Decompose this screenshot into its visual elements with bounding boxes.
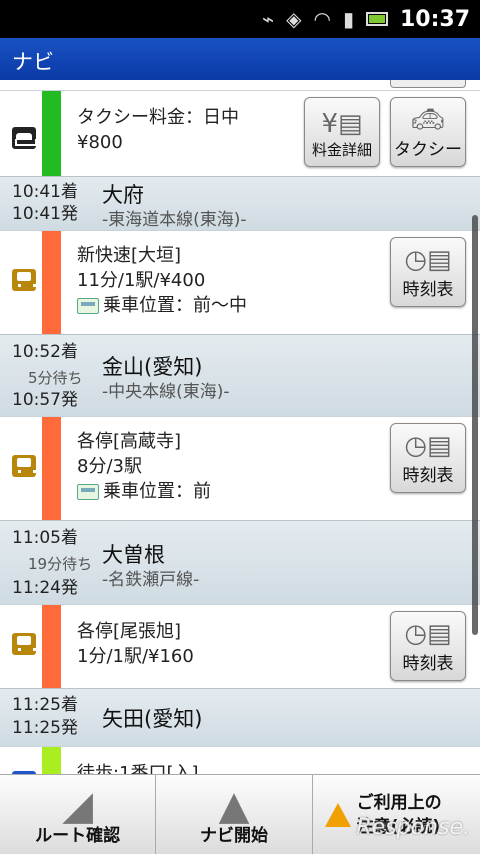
segment-color-bar bbox=[42, 417, 61, 520]
station-row[interactable]: 11:25着 11:25発 矢田(愛知) bbox=[0, 688, 480, 746]
train-icon bbox=[12, 455, 36, 477]
wait-time: 5分待ち bbox=[28, 369, 83, 387]
rotate-icon: ◈ bbox=[286, 7, 302, 31]
route-check-button[interactable]: ◢ ルート確認 bbox=[0, 775, 157, 854]
train-type: 各停[高蔵寺] bbox=[77, 431, 182, 452]
line-name: -東海道本線(東海)- bbox=[102, 210, 247, 230]
clock-sheet-icon: ◷▤ bbox=[404, 431, 452, 461]
fare-detail-button[interactable]: ¥▤ 料金詳細 bbox=[304, 97, 380, 167]
train-segment[interactable]: 各停[高蔵寺] 8分/3駅 乗車位置：前 ◷▤ 時刻表 bbox=[0, 416, 480, 520]
station-name: 矢田(愛知) bbox=[102, 707, 203, 731]
train-icon bbox=[12, 269, 36, 291]
bottom-nav: ◢ ルート確認 ▲ ナビ開始 ご利用上の 注意(必読) Response. bbox=[0, 774, 480, 854]
taxi-fare-label: タクシー料金：日中 bbox=[77, 107, 239, 128]
battery-icon bbox=[365, 12, 388, 26]
segment-color-bar bbox=[42, 231, 61, 334]
train-segment[interactable]: 各停[尾張旭] 1分/1駅/¥160 ◷▤ 時刻表 bbox=[0, 604, 480, 688]
departure-time: 11:24発 bbox=[12, 578, 78, 598]
timetable-button[interactable]: ◷▤ 時刻表 bbox=[390, 423, 466, 493]
navigation-arrow-icon: ▲ bbox=[218, 783, 250, 829]
boarding-position-icon bbox=[77, 483, 99, 500]
taxi-fare-value: ¥800 bbox=[77, 132, 123, 153]
satellite-icon: ⌁ bbox=[262, 7, 275, 31]
wifi-icon: ◠ bbox=[313, 7, 331, 31]
clock-sheet-icon: ◷▤ bbox=[404, 245, 452, 275]
title-bar: ナビ bbox=[0, 38, 480, 80]
road-icon: ◢ bbox=[62, 783, 94, 829]
usage-notice-button[interactable]: ご利用上の 注意(必読) Response. bbox=[313, 775, 480, 854]
segment-color-bar bbox=[42, 605, 61, 688]
taxi-segment[interactable]: タクシー料金：日中 ¥800 ¥▤ 料金詳細 🚕︎ タクシー bbox=[0, 90, 480, 176]
signal-icon: ▮ bbox=[342, 7, 354, 31]
navi-start-button[interactable]: ▲ ナビ開始 bbox=[156, 775, 313, 854]
train-segment[interactable]: 新快速[大垣] 11分/1駅/¥400 乗車位置：前～中 ◷▤ 時刻表 bbox=[0, 230, 480, 334]
walk-summary: 徒歩:1番口[入] bbox=[77, 763, 199, 774]
departure-time: 10:57発 bbox=[12, 390, 78, 410]
arrival-time: 10:52着 bbox=[12, 342, 78, 362]
wait-time: 19分待ち bbox=[28, 555, 93, 573]
arrival-time: 11:05着 bbox=[12, 528, 78, 548]
walk-segment[interactable]: 徒歩:1番口[入] bbox=[0, 746, 480, 774]
warning-icon bbox=[324, 802, 351, 827]
page-title: ナビ bbox=[12, 50, 54, 74]
taxi-icon bbox=[12, 127, 37, 149]
departure-time: 11:25発 bbox=[12, 718, 78, 738]
arrival-time: 10:41着 bbox=[12, 182, 78, 202]
station-row[interactable]: 10:52着 5分待ち 10:57発 金山(愛知) -中央本線(東海)- bbox=[0, 334, 480, 416]
departure-time: 10:41発 bbox=[12, 204, 78, 224]
status-bar: ⌁ ◈ ◠ ▮ 10:37 bbox=[0, 0, 480, 38]
clock: 10:37 bbox=[399, 6, 470, 32]
train-type: 各停[尾張旭] bbox=[77, 621, 182, 642]
yen-receipt-icon: ¥▤ bbox=[321, 109, 363, 139]
train-summary: 1分/1駅/¥160 bbox=[77, 646, 194, 667]
timetable-button[interactable]: ◷▤ 時刻表 bbox=[390, 611, 466, 681]
boarding-position: 乗車位置：前～中 bbox=[103, 295, 247, 316]
route-list[interactable]: タクシー料金：日中 ¥800 ¥▤ 料金詳細 🚕︎ タクシー 10:41着 10… bbox=[0, 80, 480, 774]
train-type: 新快速[大垣] bbox=[77, 245, 182, 266]
boarding-position-icon bbox=[77, 297, 99, 314]
train-summary: 8分/3駅 bbox=[77, 456, 142, 477]
watermark: Response. bbox=[356, 815, 470, 840]
station-row[interactable]: 11:05着 19分待ち 11:24発 大曽根 -名鉄瀬戸線- bbox=[0, 520, 480, 604]
taxi-button[interactable]: 🚕︎ タクシー bbox=[390, 97, 466, 167]
timetable-button[interactable]: ◷▤ 時刻表 bbox=[390, 237, 466, 307]
train-icon bbox=[12, 633, 36, 655]
taxi-car-icon: 🚕︎ bbox=[411, 105, 445, 135]
station-row[interactable]: 10:41着 10:41発 大府 -東海道本線(東海)- bbox=[0, 176, 480, 230]
arrival-time: 11:25着 bbox=[12, 695, 78, 715]
boarding-position: 乗車位置：前 bbox=[103, 481, 211, 502]
segment-color-bar bbox=[42, 747, 61, 774]
scrollbar[interactable] bbox=[472, 215, 478, 635]
segment-color-bar bbox=[42, 91, 61, 176]
line-name: -中央本線(東海)- bbox=[102, 382, 230, 402]
train-summary: 11分/1駅/¥400 bbox=[77, 270, 206, 291]
line-name: -名鉄瀬戸線- bbox=[102, 570, 200, 590]
clock-sheet-icon: ◷▤ bbox=[404, 619, 452, 649]
